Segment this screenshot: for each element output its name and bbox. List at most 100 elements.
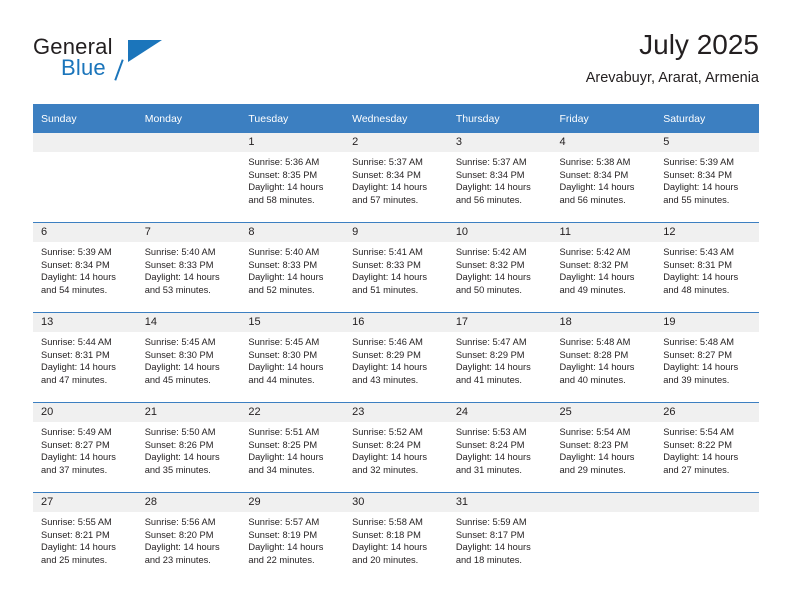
calendar-day-cell[interactable]: 24 Sunrise: 5:53 AM Sunset: 8:24 PM Dayligh… bbox=[447, 402, 552, 493]
calendar-day-cell[interactable]: 11 Sunrise: 5:42 AM Sunset: 8:32 PM Dayligh… bbox=[551, 222, 656, 313]
calendar-day-cell[interactable]: 4 Sunrise: 5:38 AM Sunset: 8:34 PM Daylight… bbox=[551, 133, 656, 223]
page-header: General Blue July 2025 Arevabuyr, Ararat… bbox=[33, 28, 759, 98]
day-detail-sunrise: Sunrise: 5:56 AM bbox=[144, 517, 216, 527]
calendar-day-cell[interactable]: 31 Sunrise: 5:59 AM Sunset: 8:17 PM Dayligh… bbox=[447, 492, 552, 582]
day-details: Sunrise: 5:49 AM Sunset: 8:27 PM Daylight:… bbox=[33, 422, 137, 476]
brand-name-blue: Blue bbox=[61, 55, 106, 80]
day-detail-sunset: Sunset: 8:33 PM bbox=[248, 259, 318, 270]
calendar-day-cell[interactable]: 1 Sunrise: 5:36 AM Sunset: 8:35 PM Daylight… bbox=[240, 133, 345, 223]
calendar-day-cell-empty bbox=[33, 133, 137, 223]
day-number: 18 bbox=[551, 313, 656, 332]
day-detail-sunset: Sunset: 8:34 PM bbox=[663, 169, 732, 180]
calendar-day-cell[interactable]: 21 Sunrise: 5:50 AM Sunset: 8:26 PM Dayligh… bbox=[136, 402, 241, 493]
day-details: Sunrise: 5:37 AM Sunset: 8:34 PM Daylight:… bbox=[344, 152, 448, 206]
day-detail-sunset: Sunset: 8:34 PM bbox=[352, 169, 421, 180]
day-number bbox=[136, 133, 241, 152]
day-detail-sunset: Sunset: 8:30 PM bbox=[248, 349, 318, 360]
day-detail-sunset: Sunset: 8:24 PM bbox=[352, 439, 421, 450]
day-detail-daylight2: and 50 minutes. bbox=[455, 284, 522, 295]
day-detail-daylight2: and 34 minutes. bbox=[248, 464, 315, 475]
day-detail-sunset: Sunset: 8:27 PM bbox=[663, 349, 732, 360]
day-detail-daylight1: Daylight: 14 hours bbox=[559, 272, 635, 283]
day-detail-daylight2: and 53 minutes. bbox=[144, 284, 211, 295]
calendar-day-cell[interactable]: 28 Sunrise: 5:56 AM Sunset: 8:20 PM Dayligh… bbox=[136, 492, 241, 582]
calendar-day-cell[interactable]: 5 Sunrise: 5:39 AM Sunset: 8:34 PM Daylight… bbox=[655, 133, 759, 223]
day-number: 26 bbox=[655, 403, 759, 422]
calendar-day-cell[interactable]: 17 Sunrise: 5:47 AM Sunset: 8:29 PM Dayligh… bbox=[447, 312, 552, 403]
calendar-day-cell[interactable]: 2 Sunrise: 5:37 AM Sunset: 8:34 PM Daylight… bbox=[344, 133, 448, 223]
day-detail-sunset: Sunset: 8:20 PM bbox=[144, 529, 214, 540]
day-details: Sunrise: 5:48 AM Sunset: 8:27 PM Daylight:… bbox=[655, 332, 759, 386]
page-subtitle: Arevabuyr, Ararat, Armenia bbox=[585, 70, 759, 86]
day-number: 21 bbox=[136, 403, 241, 422]
day-detail-sunrise: Sunrise: 5:38 AM bbox=[559, 157, 631, 167]
day-detail-daylight2: and 39 minutes. bbox=[663, 374, 730, 385]
calendar-day-cell[interactable]: 16 Sunrise: 5:46 AM Sunset: 8:29 PM Dayligh… bbox=[344, 312, 448, 403]
day-detail-daylight2: and 23 minutes. bbox=[144, 554, 211, 565]
calendar-day-cell[interactable]: 23 Sunrise: 5:52 AM Sunset: 8:24 PM Dayligh… bbox=[344, 402, 448, 493]
day-details: Sunrise: 5:44 AM Sunset: 8:31 PM Daylight:… bbox=[33, 332, 137, 386]
day-detail-daylight1: Daylight: 14 hours bbox=[248, 452, 324, 463]
day-detail-daylight1: Daylight: 14 hours bbox=[352, 452, 428, 463]
day-detail-sunrise: Sunrise: 5:45 AM bbox=[248, 337, 320, 347]
day-number bbox=[551, 493, 656, 512]
day-number: 2 bbox=[344, 133, 448, 152]
day-detail-sunset: Sunset: 8:29 PM bbox=[455, 349, 525, 360]
calendar-week-row: 27 Sunrise: 5:55 AM Sunset: 8:21 PM Dayligh… bbox=[33, 492, 759, 582]
day-detail-daylight2: and 49 minutes. bbox=[559, 284, 626, 295]
day-detail-sunset: Sunset: 8:31 PM bbox=[663, 259, 732, 270]
calendar-day-cell[interactable]: 15 Sunrise: 5:45 AM Sunset: 8:30 PM Dayligh… bbox=[240, 312, 345, 403]
weekday-header-sunday: Sunday bbox=[33, 104, 137, 133]
calendar-day-cell[interactable]: 7 Sunrise: 5:40 AM Sunset: 8:33 PM Daylight… bbox=[136, 222, 241, 313]
calendar-day-cell[interactable]: 18 Sunrise: 5:48 AM Sunset: 8:28 PM Dayligh… bbox=[551, 312, 656, 403]
day-number: 6 bbox=[33, 223, 137, 242]
day-detail-daylight1: Daylight: 14 hours bbox=[352, 182, 428, 193]
day-details: Sunrise: 5:48 AM Sunset: 8:28 PM Daylight:… bbox=[552, 332, 656, 386]
day-details: Sunrise: 5:51 AM Sunset: 8:25 PM Daylight:… bbox=[240, 422, 344, 476]
day-detail-sunrise: Sunrise: 5:49 AM bbox=[41, 427, 112, 437]
day-detail-daylight2: and 54 minutes. bbox=[41, 284, 108, 295]
calendar-day-cell[interactable]: 3 Sunrise: 5:37 AM Sunset: 8:34 PM Daylight… bbox=[447, 133, 552, 223]
calendar-day-cell[interactable]: 9 Sunrise: 5:41 AM Sunset: 8:33 PM Daylight… bbox=[344, 222, 448, 313]
calendar-day-cell[interactable]: 19 Sunrise: 5:48 AM Sunset: 8:27 PM Dayligh… bbox=[655, 312, 759, 403]
day-detail-daylight2: and 22 minutes. bbox=[248, 554, 315, 565]
day-detail-sunrise: Sunrise: 5:39 AM bbox=[663, 157, 735, 167]
day-detail-sunset: Sunset: 8:28 PM bbox=[559, 349, 629, 360]
day-detail-sunrise: Sunrise: 5:36 AM bbox=[248, 157, 320, 167]
calendar-day-cell[interactable]: 13 Sunrise: 5:44 AM Sunset: 8:31 PM Dayligh… bbox=[33, 312, 137, 403]
calendar-day-cell[interactable]: 10 Sunrise: 5:42 AM Sunset: 8:32 PM Dayligh… bbox=[447, 222, 552, 313]
calendar-day-cell-empty bbox=[551, 492, 656, 582]
day-detail-daylight1: Daylight: 14 hours bbox=[663, 182, 739, 193]
calendar-day-cell[interactable]: 29 Sunrise: 5:57 AM Sunset: 8:19 PM Dayligh… bbox=[240, 492, 345, 582]
day-detail-sunset: Sunset: 8:30 PM bbox=[144, 349, 214, 360]
day-details: Sunrise: 5:45 AM Sunset: 8:30 PM Daylight:… bbox=[137, 332, 241, 386]
day-detail-sunrise: Sunrise: 5:41 AM bbox=[352, 247, 423, 257]
calendar-day-cell[interactable]: 30 Sunrise: 5:58 AM Sunset: 8:18 PM Dayligh… bbox=[344, 492, 448, 582]
day-details: Sunrise: 5:43 AM Sunset: 8:31 PM Daylight:… bbox=[655, 242, 759, 296]
day-detail-sunrise: Sunrise: 5:48 AM bbox=[663, 337, 735, 347]
calendar-week-row: 20 Sunrise: 5:49 AM Sunset: 8:27 PM Dayligh… bbox=[33, 402, 759, 493]
day-detail-daylight1: Daylight: 14 hours bbox=[248, 182, 324, 193]
calendar-day-cell[interactable]: 14 Sunrise: 5:45 AM Sunset: 8:30 PM Dayligh… bbox=[136, 312, 241, 403]
weekday-header-friday: Friday bbox=[551, 104, 656, 133]
day-details: Sunrise: 5:55 AM Sunset: 8:21 PM Daylight:… bbox=[33, 512, 137, 566]
calendar-day-cell[interactable]: 20 Sunrise: 5:49 AM Sunset: 8:27 PM Dayligh… bbox=[33, 402, 137, 493]
calendar-day-cell[interactable]: 6 Sunrise: 5:39 AM Sunset: 8:34 PM Daylight… bbox=[33, 222, 137, 313]
calendar-day-cell[interactable]: 12 Sunrise: 5:43 AM Sunset: 8:31 PM Dayligh… bbox=[655, 222, 759, 313]
day-details: Sunrise: 5:50 AM Sunset: 8:26 PM Daylight:… bbox=[137, 422, 241, 476]
day-detail-daylight1: Daylight: 14 hours bbox=[352, 362, 428, 373]
calendar-day-cell[interactable]: 25 Sunrise: 5:54 AM Sunset: 8:23 PM Dayligh… bbox=[551, 402, 656, 493]
calendar-day-cell[interactable]: 26 Sunrise: 5:54 AM Sunset: 8:22 PM Dayligh… bbox=[655, 402, 759, 493]
weekday-header-thursday: Thursday bbox=[447, 104, 552, 133]
day-detail-daylight2: and 43 minutes. bbox=[352, 374, 419, 385]
calendar-day-cell[interactable]: 27 Sunrise: 5:55 AM Sunset: 8:21 PM Dayligh… bbox=[33, 492, 137, 582]
day-detail-sunrise: Sunrise: 5:44 AM bbox=[41, 337, 112, 347]
day-detail-daylight1: Daylight: 14 hours bbox=[248, 542, 324, 553]
day-detail-daylight2: and 29 minutes. bbox=[559, 464, 626, 475]
day-detail-sunrise: Sunrise: 5:50 AM bbox=[144, 427, 216, 437]
day-details: Sunrise: 5:52 AM Sunset: 8:24 PM Daylight:… bbox=[344, 422, 448, 476]
calendar-day-cell[interactable]: 22 Sunrise: 5:51 AM Sunset: 8:25 PM Dayligh… bbox=[240, 402, 345, 493]
day-details: Sunrise: 5:41 AM Sunset: 8:33 PM Daylight:… bbox=[344, 242, 448, 296]
calendar-day-cell[interactable]: 8 Sunrise: 5:40 AM Sunset: 8:33 PM Daylight… bbox=[240, 222, 345, 313]
brand-logo[interactable]: General Blue bbox=[33, 34, 233, 92]
